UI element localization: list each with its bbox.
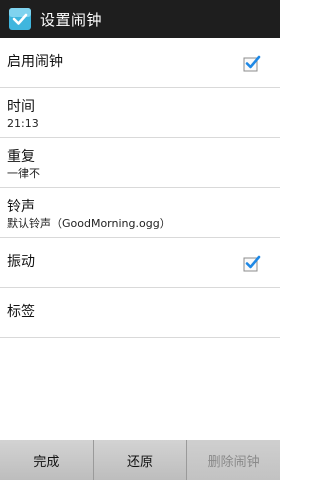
- tag-row[interactable]: 标签: [0, 288, 280, 338]
- page-title: 设置闹钟: [40, 10, 103, 29]
- settings-list: 启用闹钟 时间 21:13 重复 一律不 铃声 默认铃声（GoodMorning…: [0, 38, 280, 338]
- repeat-label: 重复: [7, 149, 35, 165]
- time-label: 时间: [7, 99, 35, 115]
- delete-alarm-button[interactable]: 删除闹钟: [187, 440, 281, 480]
- time-row[interactable]: 时间 21:13: [0, 88, 280, 138]
- bottom-button-bar: 完成 还原 删除闹钟: [0, 440, 281, 480]
- vibrate-checkbox[interactable]: [243, 254, 261, 272]
- enable-alarm-row[interactable]: 启用闹钟: [0, 38, 280, 88]
- ringtone-row[interactable]: 铃声 默认铃声（GoodMorning.ogg）: [0, 188, 280, 238]
- repeat-value: 一律不: [7, 167, 40, 180]
- enable-alarm-label: 启用闹钟: [7, 54, 63, 70]
- ringtone-value: 默认铃声（GoodMorning.ogg）: [7, 217, 171, 230]
- time-value: 21:13: [7, 117, 39, 130]
- ringtone-label: 铃声: [7, 199, 35, 215]
- title-bar: 设置闹钟: [0, 0, 280, 38]
- alarm-app-icon: [9, 8, 31, 30]
- vibrate-row[interactable]: 振动: [0, 238, 280, 288]
- repeat-row[interactable]: 重复 一律不: [0, 138, 280, 188]
- revert-button[interactable]: 还原: [93, 440, 188, 480]
- vibrate-label: 振动: [7, 254, 35, 270]
- tag-label: 标签: [7, 304, 35, 320]
- done-button[interactable]: 完成: [0, 440, 94, 480]
- enable-alarm-checkbox[interactable]: [243, 54, 261, 72]
